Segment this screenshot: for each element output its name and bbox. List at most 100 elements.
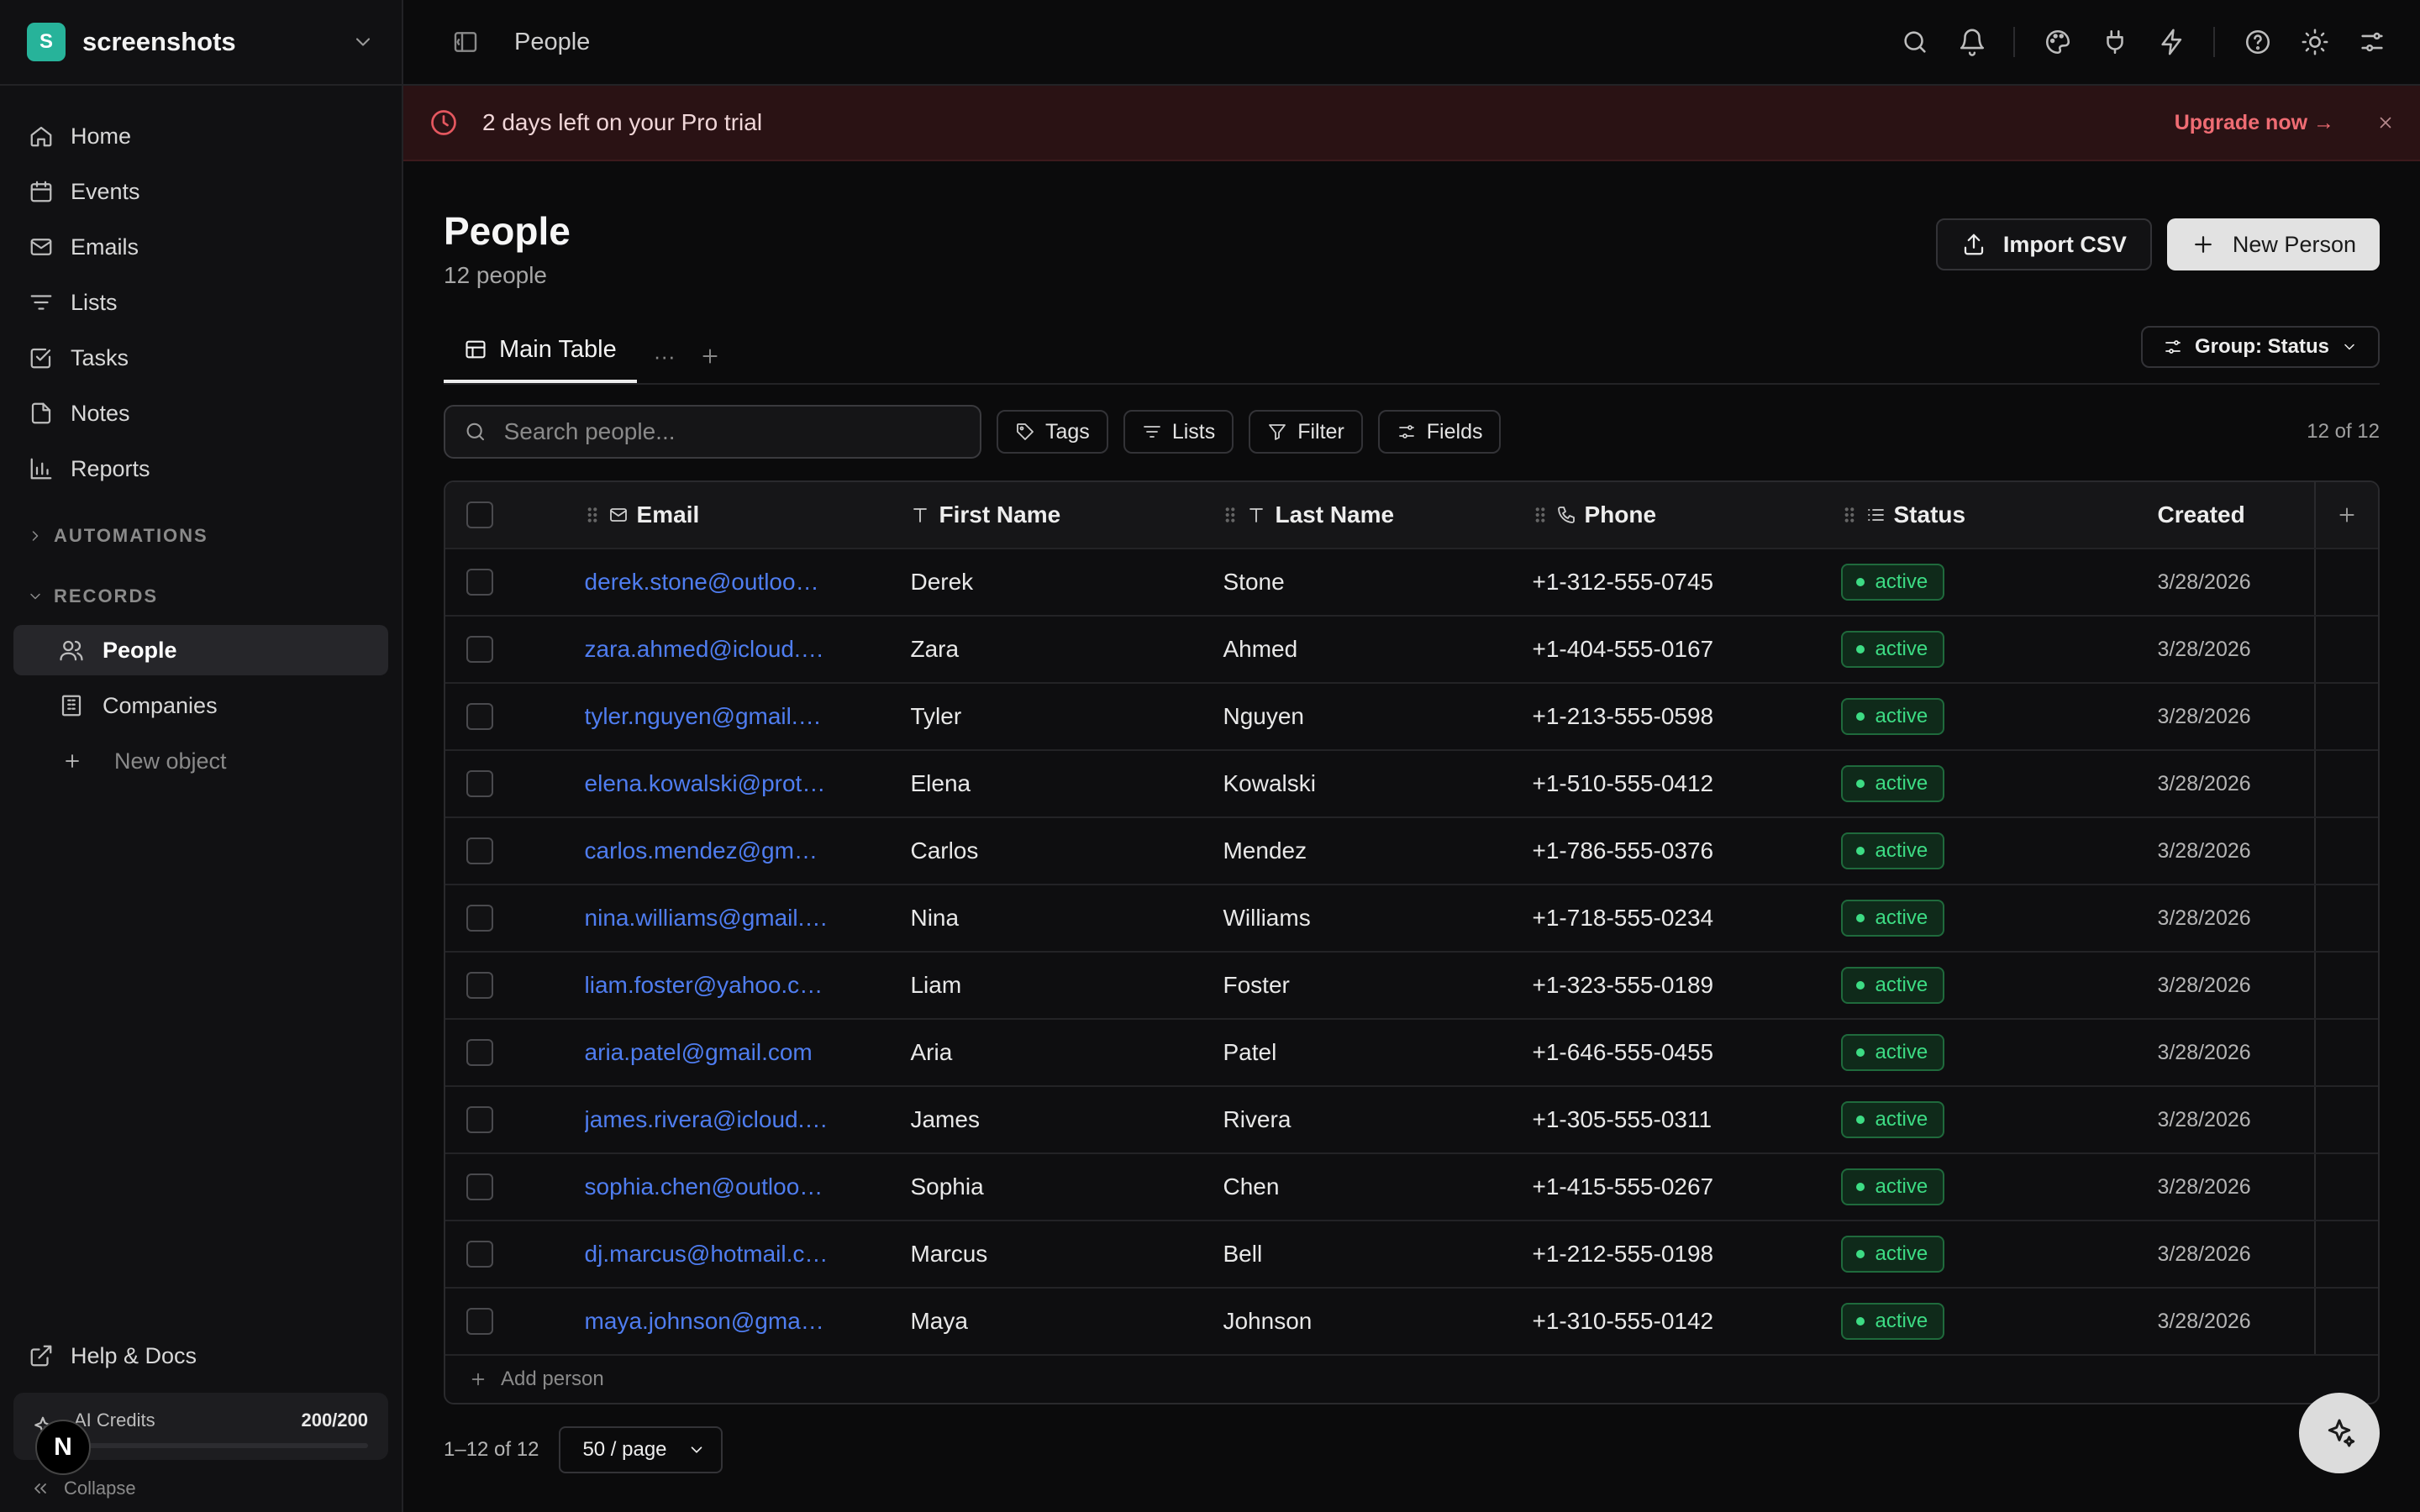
- column-header-created[interactable]: Created: [2147, 482, 2314, 548]
- column-header-email[interactable]: Email: [514, 482, 829, 548]
- nextjs-dev-badge[interactable]: N: [35, 1420, 91, 1475]
- table-row[interactable]: nina.williams@gmail.com Nina Williams +1-71…: [445, 885, 2378, 953]
- close-icon[interactable]: [2376, 113, 2395, 132]
- row-checkbox[interactable]: [466, 636, 493, 663]
- row-checkbox[interactable]: [466, 703, 493, 730]
- status-cell[interactable]: active: [1834, 1154, 2147, 1220]
- page-size-select[interactable]: 50 / page: [559, 1426, 723, 1473]
- lists-button[interactable]: Lists: [1123, 410, 1234, 454]
- row-checkbox[interactable]: [466, 1106, 493, 1133]
- status-cell[interactable]: active: [1834, 953, 2147, 1018]
- row-checkbox[interactable]: [466, 569, 493, 596]
- first-name-cell[interactable]: Nina: [897, 885, 1209, 951]
- upgrade-link[interactable]: Upgrade now →: [2175, 111, 2334, 135]
- table-row[interactable]: liam.foster@yahoo.com Liam Foster +1-323-55…: [445, 953, 2378, 1020]
- column-header-last-name[interactable]: Last Name: [1209, 482, 1522, 548]
- first-name-cell[interactable]: Zara: [897, 617, 1209, 682]
- column-header-first-name[interactable]: First Name: [897, 482, 1209, 548]
- phone-cell[interactable]: +1-646-555-0455: [1523, 1020, 1835, 1085]
- phone-cell[interactable]: +1-310-555-0142: [1523, 1289, 1835, 1354]
- phone-cell[interactable]: +1-404-555-0167: [1523, 617, 1835, 682]
- email-link[interactable]: carlos.mendez@gmail.c…: [585, 837, 829, 864]
- add-column-button[interactable]: [2314, 482, 2378, 548]
- palette-icon[interactable]: [2044, 28, 2072, 56]
- workspace-switcher[interactable]: S screenshots: [0, 0, 402, 86]
- ai-assistant-button[interactable]: [2299, 1393, 2380, 1473]
- settings-sliders-icon[interactable]: [2358, 28, 2386, 56]
- table-row[interactable]: elena.kowalski@proton.… ElenaKowalski+1-5…: [445, 751, 2378, 818]
- search-input[interactable]: [503, 418, 961, 445]
- last-name-cell[interactable]: Foster: [1209, 953, 1522, 1018]
- first-name-cell[interactable]: Carlos: [897, 818, 1209, 884]
- table-row[interactable]: zara.ahmed@icloud.com Zara Ahmed +1-404-555…: [445, 617, 2378, 684]
- status-cell[interactable]: active: [1834, 1020, 2147, 1085]
- status-cell[interactable]: active: [1834, 617, 2147, 682]
- sidebar-item-companies[interactable]: Companies: [13, 680, 388, 731]
- email-link[interactable]: tyler.nguyen@gmail.com: [585, 703, 829, 730]
- sidebar-item-home[interactable]: Home: [13, 111, 388, 161]
- table-row[interactable]: aria.patel@gmail.com Aria Patel +1-646-555-…: [445, 1020, 2378, 1087]
- phone-cell[interactable]: +1-213-555-0598: [1523, 684, 1835, 749]
- email-link[interactable]: zara.ahmed@icloud.com: [585, 636, 829, 663]
- table-row[interactable]: dj.marcus@hotmail.com Marcus Bell +1-212-55…: [445, 1221, 2378, 1289]
- sun-icon[interactable]: [2301, 28, 2329, 56]
- table-row[interactable]: james.rivera@icloud.com James Rivera +1-305…: [445, 1087, 2378, 1154]
- drag-handle-icon[interactable]: [1223, 506, 1238, 524]
- drag-handle-icon[interactable]: [1533, 506, 1548, 524]
- lightning-icon[interactable]: [2158, 28, 2186, 56]
- row-checkbox[interactable]: [466, 1173, 493, 1200]
- phone-cell[interactable]: +1-510-555-0412: [1523, 751, 1835, 816]
- row-checkbox[interactable]: [466, 770, 493, 797]
- sidebar-toggle-icon[interactable]: [452, 29, 479, 55]
- phone-cell[interactable]: +1-786-555-0376: [1523, 818, 1835, 884]
- last-name-cell[interactable]: Chen: [1209, 1154, 1522, 1220]
- email-link[interactable]: derek.stone@outlook.com: [585, 569, 829, 596]
- status-cell[interactable]: active: [1834, 549, 2147, 615]
- drag-handle-icon[interactable]: [585, 506, 600, 524]
- email-link[interactable]: aria.patel@gmail.com: [585, 1039, 829, 1066]
- fields-button[interactable]: Fields: [1377, 410, 1502, 454]
- email-link[interactable]: nina.williams@gmail.com: [585, 905, 829, 932]
- email-link[interactable]: sophia.chen@outlook.com: [585, 1173, 829, 1200]
- table-row[interactable]: maya.johnson@gmail.com MayaJohnson+1-310-…: [445, 1289, 2378, 1356]
- first-name-cell[interactable]: James: [897, 1087, 1209, 1152]
- email-link[interactable]: liam.foster@yahoo.com: [585, 972, 829, 999]
- row-checkbox[interactable]: [466, 972, 493, 999]
- help-circle-icon[interactable]: [2244, 28, 2272, 56]
- last-name-cell[interactable]: Johnson: [1209, 1289, 1522, 1354]
- first-name-cell[interactable]: Liam: [897, 953, 1209, 1018]
- section-records[interactable]: RECORDS: [27, 580, 375, 613]
- section-automations[interactable]: AUTOMATIONS: [27, 519, 375, 553]
- phone-cell[interactable]: +1-312-555-0745: [1523, 549, 1835, 615]
- email-link[interactable]: maya.johnson@gmail.com: [585, 1308, 829, 1335]
- last-name-cell[interactable]: Nguyen: [1209, 684, 1522, 749]
- tab-main-table[interactable]: Main Table: [444, 324, 637, 383]
- first-name-cell[interactable]: Marcus: [897, 1221, 1209, 1287]
- import-csv-button[interactable]: Import CSV: [1935, 218, 2152, 270]
- sidebar-item-notes[interactable]: Notes: [13, 388, 388, 438]
- select-all-checkbox[interactable]: [466, 501, 493, 528]
- sidebar-item-tasks[interactable]: Tasks: [13, 333, 388, 383]
- status-cell[interactable]: active: [1834, 1087, 2147, 1152]
- table-row[interactable]: carlos.mendez@gmail.c… CarlosMendez+1-786…: [445, 818, 2378, 885]
- sidebar-item-reports[interactable]: Reports: [13, 444, 388, 494]
- first-name-cell[interactable]: Derek: [897, 549, 1209, 615]
- last-name-cell[interactable]: Bell: [1209, 1221, 1522, 1287]
- new-person-button[interactable]: New Person: [2166, 218, 2380, 270]
- last-name-cell[interactable]: Williams: [1209, 885, 1522, 951]
- last-name-cell[interactable]: Stone: [1209, 549, 1522, 615]
- plug-icon[interactable]: [2101, 28, 2129, 56]
- help-docs-link[interactable]: Help & Docs: [13, 1331, 388, 1381]
- row-checkbox[interactable]: [466, 1308, 493, 1335]
- first-name-cell[interactable]: Sophia: [897, 1154, 1209, 1220]
- sidebar-item-events[interactable]: Events: [13, 166, 388, 217]
- row-checkbox[interactable]: [466, 837, 493, 864]
- phone-cell[interactable]: +1-415-555-0267: [1523, 1154, 1835, 1220]
- first-name-cell[interactable]: Tyler: [897, 684, 1209, 749]
- column-header-phone[interactable]: Phone: [1523, 482, 1835, 548]
- phone-cell[interactable]: +1-323-555-0189: [1523, 953, 1835, 1018]
- status-cell[interactable]: active: [1834, 1221, 2147, 1287]
- row-checkbox[interactable]: [466, 905, 493, 932]
- status-cell[interactable]: active: [1834, 684, 2147, 749]
- sidebar-item-people[interactable]: People: [13, 625, 388, 675]
